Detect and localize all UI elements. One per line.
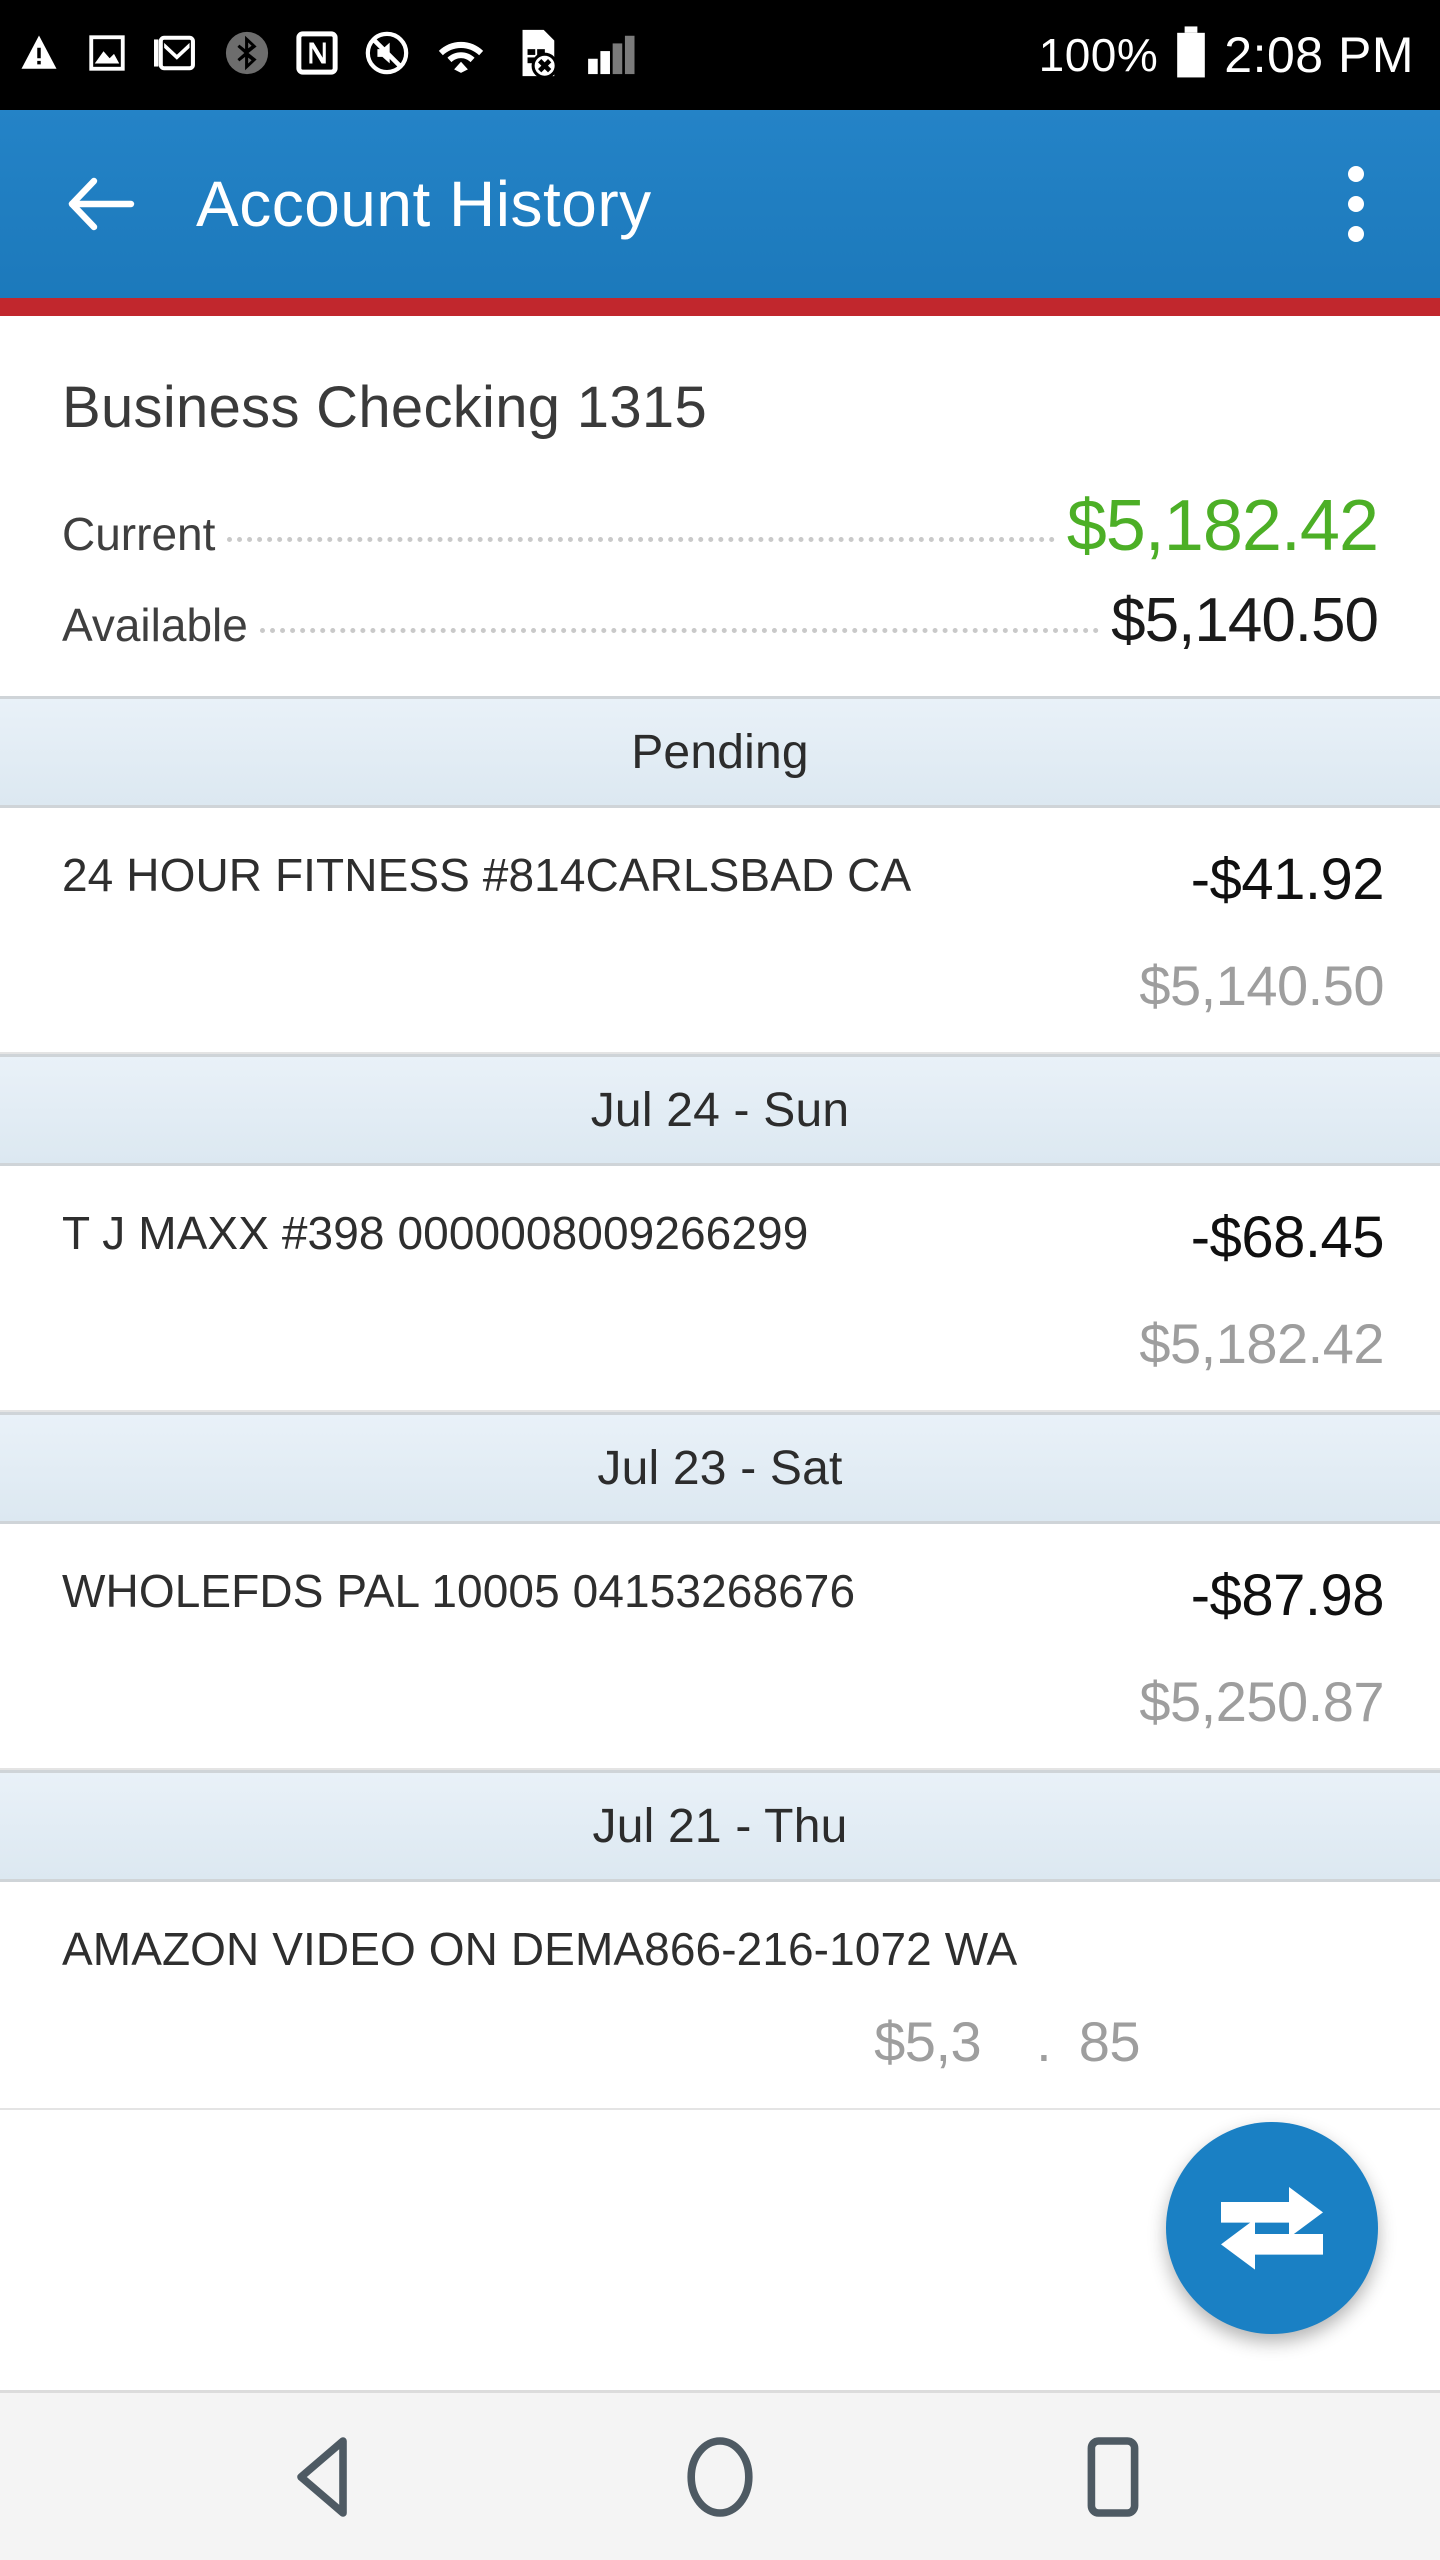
signal-bars-icon [586, 30, 642, 81]
transaction-row[interactable]: T J MAXX #398 0000008009266299 -$68.45 $… [0, 1166, 1440, 1412]
back-button[interactable] [62, 165, 140, 243]
transaction-main: T J MAXX #398 0000008009266299 -$68.45 [62, 1204, 1385, 1271]
account-summary: Business Checking 1315 Current $5,182.42… [0, 316, 1440, 696]
nav-recents-square-icon [1087, 2436, 1139, 2517]
nfc-icon [296, 30, 338, 81]
clock-label: 2:08 PM [1224, 27, 1414, 83]
transaction-description: T J MAXX #398 0000008009266299 [62, 1207, 809, 1259]
gmail-icon [154, 32, 198, 79]
section-header: Jul 21 - Thu [0, 1770, 1440, 1882]
available-balance-label: Available [62, 599, 248, 651]
transaction-running-balance: $5,250.87 [1139, 1670, 1384, 1733]
warning-triangle-icon [18, 32, 60, 79]
nav-home-circle-icon [687, 2436, 753, 2517]
nav-recents-button[interactable] [1048, 2412, 1178, 2542]
current-balance-value: $5,182.42 [1066, 486, 1379, 566]
transfer-fab-button[interactable] [1166, 2122, 1378, 2334]
phone-screen: 100% 2:08 PM Account History Business Ch… [0, 0, 1440, 2560]
section-header-label: Pending [631, 725, 809, 779]
mute-icon [364, 30, 410, 81]
transfer-arrows-icon [1221, 2187, 1323, 2270]
overflow-menu-icon [1348, 166, 1364, 182]
account-name: Business Checking 1315 [62, 375, 707, 440]
nav-home-button[interactable] [655, 2412, 785, 2542]
section-header: Jul 23 - Sat [0, 1412, 1440, 1524]
overflow-menu-button[interactable] [1316, 152, 1396, 256]
section-header-label: Jul 24 - Sun [590, 1083, 850, 1137]
status-bar-right: 100% 2:08 PM [1039, 25, 1414, 86]
image-icon [86, 32, 128, 79]
overflow-dot [1348, 196, 1364, 212]
leader-dots [227, 537, 1055, 542]
app-bar: Account History [0, 110, 1440, 298]
transaction-running-balance: $5,140.50 [1139, 954, 1384, 1017]
nav-back-button[interactable] [262, 2412, 392, 2542]
section-header-label: Jul 23 - Sat [597, 1441, 843, 1495]
transaction-row[interactable]: AMAZON VIDEO ON DEMA866-216-1072 WA $5,3… [0, 1882, 1440, 2110]
transaction-main: WHOLEFDS PAL 10005 04153268676 -$87.98 [62, 1562, 1385, 1629]
account-history-list[interactable]: Business Checking 1315 Current $5,182.42… [0, 316, 1440, 2390]
section-header: Jul 24 - Sun [0, 1054, 1440, 1166]
section-header-label: Jul 21 - Thu [592, 1799, 848, 1853]
available-balance-value: $5,140.50 [1111, 586, 1379, 655]
section-header: Pending [0, 696, 1440, 808]
transaction-row[interactable]: WHOLEFDS PAL 10005 04153268676 -$87.98 $… [0, 1524, 1440, 1770]
transaction-amount: -$87.98 [1190, 1563, 1385, 1628]
battery-full-icon [1174, 25, 1208, 86]
transaction-main: AMAZON VIDEO ON DEMA866-216-1072 WA [62, 1920, 1140, 1979]
android-navigation-bar [0, 2390, 1440, 2560]
leader-dots [259, 628, 1100, 633]
sim-card-error-icon [512, 28, 560, 83]
transaction-amount: -$68.45 [1190, 1205, 1385, 1270]
transaction-description: 24 HOUR FITNESS #814CARLSBAD CA [62, 849, 912, 901]
wifi-icon [436, 32, 486, 79]
transaction-running-balance: $5,182.42 [1139, 1312, 1384, 1375]
status-bar-icons [18, 28, 1039, 83]
transaction-description: WHOLEFDS PAL 10005 04153268676 [62, 1565, 856, 1617]
current-balance-label: Current [62, 508, 216, 560]
accent-stripe [0, 298, 1440, 316]
back-arrow-icon [68, 177, 135, 231]
transaction-amount: -$41.92 [1190, 847, 1385, 912]
transaction-main: 24 HOUR FITNESS #814CARLSBAD CA -$41.92 [62, 846, 1385, 913]
overflow-dot [1348, 226, 1364, 242]
battery-percent-label: 100% [1038, 29, 1159, 81]
available-balance-row: Available $5,140.50 [62, 585, 1379, 656]
transaction-row[interactable]: 24 HOUR FITNESS #814CARLSBAD CA -$41.92 … [0, 808, 1440, 1054]
page-title: Account History [196, 168, 652, 240]
current-balance-row: Current $5,182.42 [62, 485, 1379, 567]
nav-back-triangle-icon [296, 2436, 347, 2517]
transaction-description: AMAZON VIDEO ON DEMA866-216-1072 WA [62, 1923, 1018, 1975]
bluetooth-icon [224, 30, 270, 81]
status-bar: 100% 2:08 PM [0, 0, 1440, 110]
transaction-running-balance: $5,3 . 85 [874, 2009, 1140, 2073]
